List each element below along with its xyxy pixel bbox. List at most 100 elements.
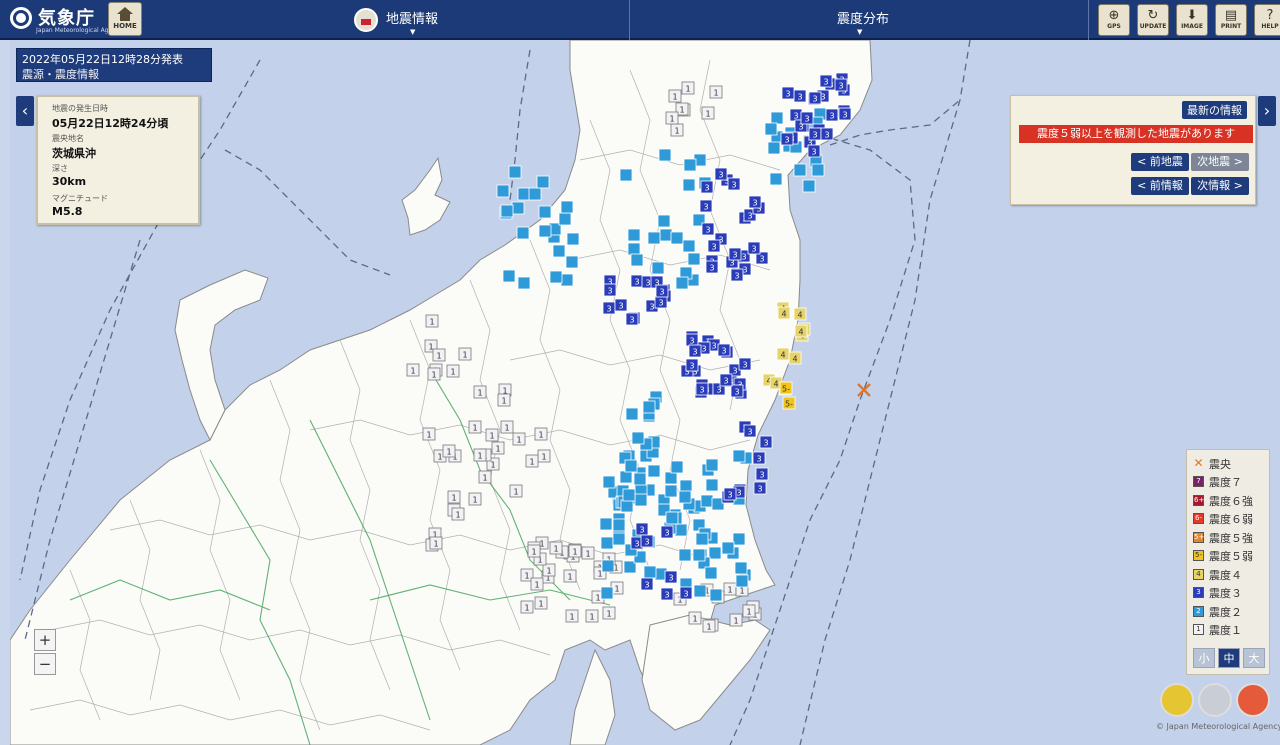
intensity-marker[interactable] — [516, 226, 530, 240]
intensity-marker[interactable] — [687, 252, 701, 266]
intensity-marker[interactable] — [619, 470, 633, 484]
intensity-marker[interactable] — [565, 255, 579, 269]
size-small-button[interactable]: 小 — [1193, 648, 1215, 668]
intensity-marker[interactable] — [627, 228, 641, 242]
intensity-marker[interactable] — [678, 548, 692, 562]
intensity-marker[interactable] — [659, 228, 673, 242]
intensity-marker[interactable] — [721, 541, 735, 555]
intensity-marker[interactable] — [500, 204, 514, 218]
intensity-marker[interactable] — [538, 224, 552, 238]
intensity-marker[interactable] — [675, 276, 689, 290]
intensity-marker[interactable] — [705, 478, 719, 492]
intensity-marker[interactable] — [643, 565, 657, 579]
intensity-marker[interactable] — [538, 205, 552, 219]
intensity-marker[interactable] — [709, 588, 723, 602]
intensity-marker[interactable] — [770, 111, 784, 125]
intensity-marker[interactable] — [664, 471, 678, 485]
info-tool[interactable] — [1198, 683, 1232, 717]
latest-info-button[interactable]: 最新の情報 — [1182, 101, 1247, 119]
intensity-marker[interactable] — [517, 276, 531, 290]
intensity-marker[interactable] — [625, 407, 639, 421]
intensity-marker[interactable] — [624, 459, 638, 473]
intensity-marker[interactable] — [811, 163, 825, 177]
intensity-marker[interactable] — [802, 179, 816, 193]
intensity-marker[interactable] — [619, 168, 633, 182]
intensity-marker[interactable] — [658, 148, 672, 162]
intensity-marker[interactable] — [630, 253, 644, 267]
next-info-button[interactable]: 次情報 > — [1191, 177, 1249, 195]
intensity-marker[interactable] — [682, 178, 696, 192]
help-button[interactable]: ? HELP — [1254, 4, 1280, 36]
zoom-in-button[interactable]: + — [34, 629, 56, 651]
jma-logo[interactable]: 気象庁 Japan Meteorological Agency — [8, 3, 123, 37]
intensity-marker[interactable] — [549, 270, 563, 284]
intensity-marker[interactable] — [622, 488, 636, 502]
intensity-marker[interactable] — [600, 536, 614, 550]
intensity-marker[interactable] — [767, 141, 781, 155]
intensity-marker[interactable] — [704, 566, 718, 580]
intensity-marker[interactable] — [657, 214, 671, 228]
intensity-marker[interactable] — [683, 158, 697, 172]
gps-button[interactable]: ⊕ GPS — [1098, 4, 1130, 36]
intensity-marker[interactable] — [664, 484, 678, 498]
tab-intensity-distribution[interactable]: 震度分布 ▼ — [631, 0, 1089, 40]
intensity-marker[interactable] — [552, 244, 566, 258]
street-view-tool[interactable] — [1160, 683, 1194, 717]
intensity-marker[interactable] — [612, 532, 626, 546]
intensity-marker[interactable] — [631, 431, 645, 445]
image-button[interactable]: ⬇ IMAGE — [1176, 4, 1208, 36]
intensity-marker[interactable] — [612, 518, 626, 532]
intensity-marker[interactable] — [670, 460, 684, 474]
intensity-marker[interactable] — [764, 122, 778, 136]
intensity-marker[interactable] — [560, 200, 574, 214]
prev-quake-button[interactable]: < 前地震 — [1131, 153, 1189, 171]
intensity-marker[interactable] — [692, 548, 706, 562]
intensity-marker[interactable] — [651, 261, 665, 275]
prev-info-button[interactable]: < 前情報 — [1131, 177, 1189, 195]
zoom-out-button[interactable]: − — [34, 653, 56, 675]
intensity-marker[interactable] — [732, 449, 746, 463]
intensity-marker[interactable] — [695, 532, 709, 546]
intensity-marker[interactable] — [735, 574, 749, 588]
intensity-marker[interactable] — [627, 242, 641, 256]
intensity-marker[interactable] — [678, 490, 692, 504]
intensity-marker[interactable] — [560, 273, 574, 287]
intensity-marker[interactable] — [647, 464, 661, 478]
intensity-marker[interactable] — [634, 493, 648, 507]
intensity-marker[interactable] — [769, 172, 783, 186]
intensity-marker[interactable] — [693, 584, 707, 598]
intensity-marker[interactable] — [602, 475, 616, 489]
home-button[interactable]: HOME — [108, 2, 142, 36]
intensity-marker[interactable] — [665, 511, 679, 525]
intensity-marker[interactable] — [517, 187, 531, 201]
size-medium-button[interactable]: 中 — [1218, 648, 1240, 668]
intensity-marker[interactable] — [679, 479, 693, 493]
intensity-marker[interactable] — [601, 559, 615, 573]
intensity-marker[interactable] — [734, 561, 748, 575]
panel-collapse-button[interactable]: ‹ — [16, 96, 34, 126]
intensity-marker[interactable] — [647, 231, 661, 245]
intensity-marker[interactable] — [633, 472, 647, 486]
intensity-marker[interactable] — [793, 163, 807, 177]
intensity-marker[interactable] — [508, 165, 522, 179]
intensity-marker[interactable] — [528, 187, 542, 201]
intensity-marker[interactable] — [511, 201, 525, 215]
intensity-marker[interactable] — [732, 532, 746, 546]
intensity-marker[interactable] — [536, 175, 550, 189]
intensity-marker[interactable] — [599, 517, 613, 531]
guide-book-tool[interactable] — [1236, 683, 1270, 717]
intensity-marker[interactable] — [670, 231, 684, 245]
intensity-marker[interactable] — [496, 184, 510, 198]
size-large-button[interactable]: 大 — [1243, 648, 1265, 668]
intensity-marker[interactable] — [642, 400, 656, 414]
next-quake-button[interactable]: 次地震 > — [1191, 153, 1249, 171]
intensity-marker[interactable] — [566, 232, 580, 246]
intensity-marker[interactable] — [674, 523, 688, 537]
update-button[interactable]: ↻ UPDATE — [1137, 4, 1169, 36]
intensity-marker[interactable] — [600, 586, 614, 600]
intensity-marker[interactable] — [682, 239, 696, 253]
intensity-marker[interactable] — [705, 458, 719, 472]
print-button[interactable]: ▤ PRINT — [1215, 4, 1247, 36]
intensity-marker[interactable] — [700, 494, 714, 508]
panel-expand-button[interactable]: › — [1258, 96, 1276, 126]
